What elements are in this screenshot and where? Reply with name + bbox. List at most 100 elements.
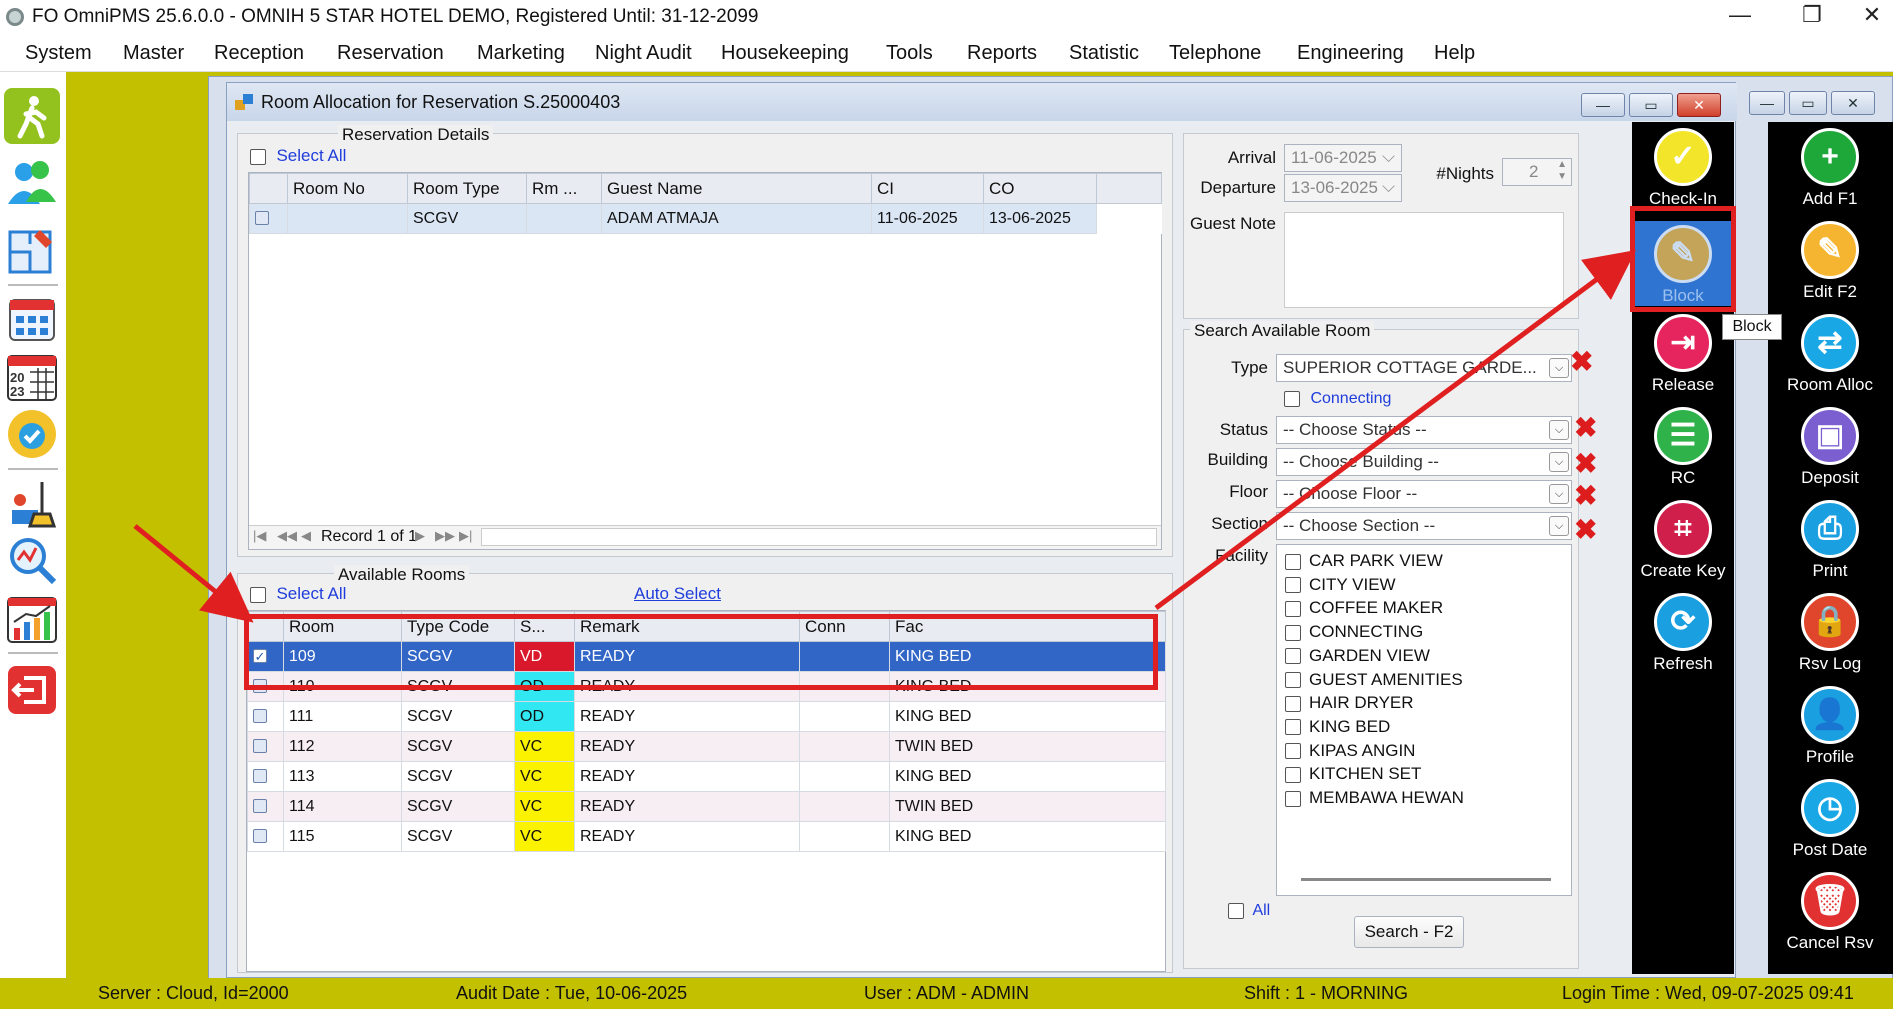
section-select[interactable]: -- Choose Section -- ⌵ <box>1276 512 1572 540</box>
menu-reservation[interactable]: Reservation <box>337 42 444 65</box>
search-button[interactable]: Search - F2 <box>1354 916 1464 948</box>
calendar-check-icon[interactable] <box>4 290 60 346</box>
guests-icon[interactable] <box>4 154 60 210</box>
add-f1-button[interactable]: + Add F1 <box>1770 128 1890 209</box>
edit-f2-button[interactable]: ✎ Edit F2 <box>1770 221 1890 302</box>
facility-item[interactable]: COFFEE MAKER <box>1285 598 1443 618</box>
clear-building-icon[interactable]: ✖ <box>1574 450 1597 478</box>
deposit-button[interactable]: ▣ Deposit <box>1770 407 1890 488</box>
clear-section-icon[interactable]: ✖ <box>1574 516 1597 544</box>
row-checkbox[interactable] <box>253 709 267 724</box>
menu-engineering[interactable]: Engineering <box>1297 42 1404 65</box>
table-row[interactable]: 113 SCGV VC READY KING BED <box>247 761 1166 792</box>
select-all-rooms-checkbox[interactable] <box>250 586 266 603</box>
nights-stepper[interactable]: 2 ▲ ▼ <box>1502 158 1572 186</box>
menu-telephone[interactable]: Telephone <box>1169 42 1261 65</box>
facility-checkbox[interactable] <box>1285 695 1301 712</box>
select-all-rooms-link[interactable]: Select All <box>276 584 346 603</box>
calendar-2023-icon[interactable]: 20 23 <box>4 348 60 404</box>
post-date-button[interactable]: ◷ Post Date <box>1770 779 1890 860</box>
menu-reception[interactable]: Reception <box>214 42 304 65</box>
all-facilities-checkbox[interactable] <box>1228 902 1244 919</box>
select-all-reservation-link[interactable]: Select All <box>276 146 346 165</box>
menu-reports[interactable]: Reports <box>967 42 1037 65</box>
col-room-type[interactable]: Room Type <box>407 173 527 204</box>
facility-checkbox[interactable] <box>1285 577 1301 594</box>
prev-page-icon[interactable]: ◀◀ <box>277 528 297 544</box>
table-row[interactable]: 115 SCGV VC READY KING BED <box>247 821 1166 852</box>
type-select[interactable]: SUPERIOR COTTAGE GARDE... ⌵ <box>1276 354 1572 382</box>
auto-select-link[interactable]: Auto Select <box>634 584 721 604</box>
facility-checkbox[interactable] <box>1285 672 1301 689</box>
clear-floor-icon[interactable]: ✖ <box>1574 482 1597 510</box>
print-button[interactable]: ⎙ Print <box>1770 500 1890 581</box>
connecting-checkbox[interactable] <box>1284 390 1300 407</box>
facility-item[interactable]: HAIR DRYER <box>1285 693 1414 713</box>
horizontal-scrollbar[interactable] <box>481 528 1157 546</box>
window-restore-icon[interactable]: ▭ <box>1629 93 1673 117</box>
facility-hscrollbar[interactable] <box>1301 878 1551 881</box>
clear-type-icon[interactable]: ✖ <box>1570 348 1593 376</box>
clear-status-icon[interactable]: ✖ <box>1574 414 1597 442</box>
last-record-icon[interactable]: ▶| <box>459 528 472 544</box>
window-minimize-icon[interactable]: — <box>1581 93 1625 117</box>
status-select[interactable]: -- Choose Status -- ⌵ <box>1276 416 1572 444</box>
facility-item[interactable]: CONNECTING <box>1285 622 1423 642</box>
col-rm[interactable]: Rm ... <box>526 173 602 204</box>
col-co[interactable]: CO <box>983 173 1097 204</box>
departure-date-field[interactable]: 13-06-2025 ⌵ <box>1284 174 1402 202</box>
floor-plan-icon[interactable] <box>4 222 60 278</box>
create-key-button[interactable]: ⌗ Create Key <box>1623 500 1743 581</box>
select-all-reservation-checkbox[interactable] <box>250 148 266 165</box>
facility-item[interactable]: CITY VIEW <box>1285 575 1396 595</box>
profile-button[interactable]: 👤 Profile <box>1770 686 1890 767</box>
cell-select[interactable] <box>247 821 284 852</box>
menu-statistic[interactable]: Statistic <box>1069 42 1139 65</box>
facility-checkbox[interactable] <box>1285 719 1301 736</box>
refresh-button[interactable]: ⟳ Refresh <box>1623 593 1743 674</box>
row-checkbox[interactable] <box>253 799 267 814</box>
facility-item[interactable]: KING BED <box>1285 717 1390 737</box>
analysis-search-icon[interactable] <box>4 532 60 588</box>
table-row[interactable]: 112 SCGV VC READY TWIN BED <box>247 731 1166 762</box>
menu-night-audit[interactable]: Night Audit <box>595 42 692 65</box>
facility-item[interactable]: GARDEN VIEW <box>1285 646 1430 666</box>
menu-master[interactable]: Master <box>123 42 184 65</box>
facility-checkbox[interactable] <box>1285 553 1301 570</box>
row-checkbox[interactable] <box>253 769 267 784</box>
col-guest-name[interactable]: Guest Name <box>601 173 872 204</box>
next-page-icon[interactable]: ▶▶ <box>435 528 455 544</box>
window-close-icon[interactable]: ✕ <box>1677 93 1721 117</box>
row-checkbox[interactable] <box>255 211 269 226</box>
menu-help[interactable]: Help <box>1434 42 1475 65</box>
cell-select[interactable] <box>247 791 284 822</box>
table-row[interactable]: 111 SCGV OD READY KING BED <box>247 701 1166 732</box>
table-row[interactable]: SCGV ADAM ATMAJA 11-06-2025 13-06-2025 <box>249 203 1162 234</box>
minimize-icon[interactable]: — <box>1720 2 1760 28</box>
first-record-icon[interactable]: |◀ <box>253 528 266 544</box>
cell-select[interactable] <box>247 761 284 792</box>
facility-checkbox[interactable] <box>1285 600 1301 617</box>
facility-item[interactable]: KIPAS ANGIN <box>1285 741 1415 761</box>
report-chart-icon[interactable] <box>4 592 60 648</box>
menu-housekeeping[interactable]: Housekeeping <box>721 42 849 65</box>
arrival-date-field[interactable]: 11-06-2025 ⌵ <box>1284 144 1402 172</box>
facility-item[interactable]: MEMBAWA HEWAN <box>1285 788 1464 808</box>
room-alloc-button[interactable]: ⇄ Room Alloc <box>1770 314 1890 395</box>
facility-checkbox[interactable] <box>1285 648 1301 665</box>
parent-restore-icon[interactable]: ▭ <box>1789 91 1827 115</box>
facility-checkbox[interactable] <box>1285 766 1301 783</box>
facility-item[interactable]: CAR PARK VIEW <box>1285 551 1443 571</box>
cell-select[interactable] <box>247 701 284 732</box>
floor-select[interactable]: -- Choose Floor -- ⌵ <box>1276 480 1572 508</box>
guest-note-field[interactable] <box>1284 212 1564 308</box>
parent-close-icon[interactable]: ✕ <box>1831 91 1875 115</box>
close-icon[interactable]: ✕ <box>1852 2 1892 28</box>
menu-system[interactable]: System <box>25 42 92 65</box>
cell-select[interactable] <box>247 731 284 762</box>
logout-icon[interactable] <box>4 662 60 718</box>
next-record-icon[interactable]: ▶ <box>415 528 425 544</box>
facility-checkbox[interactable] <box>1285 790 1301 807</box>
facility-checkbox[interactable] <box>1285 624 1301 641</box>
available-badge-icon[interactable] <box>4 406 60 462</box>
